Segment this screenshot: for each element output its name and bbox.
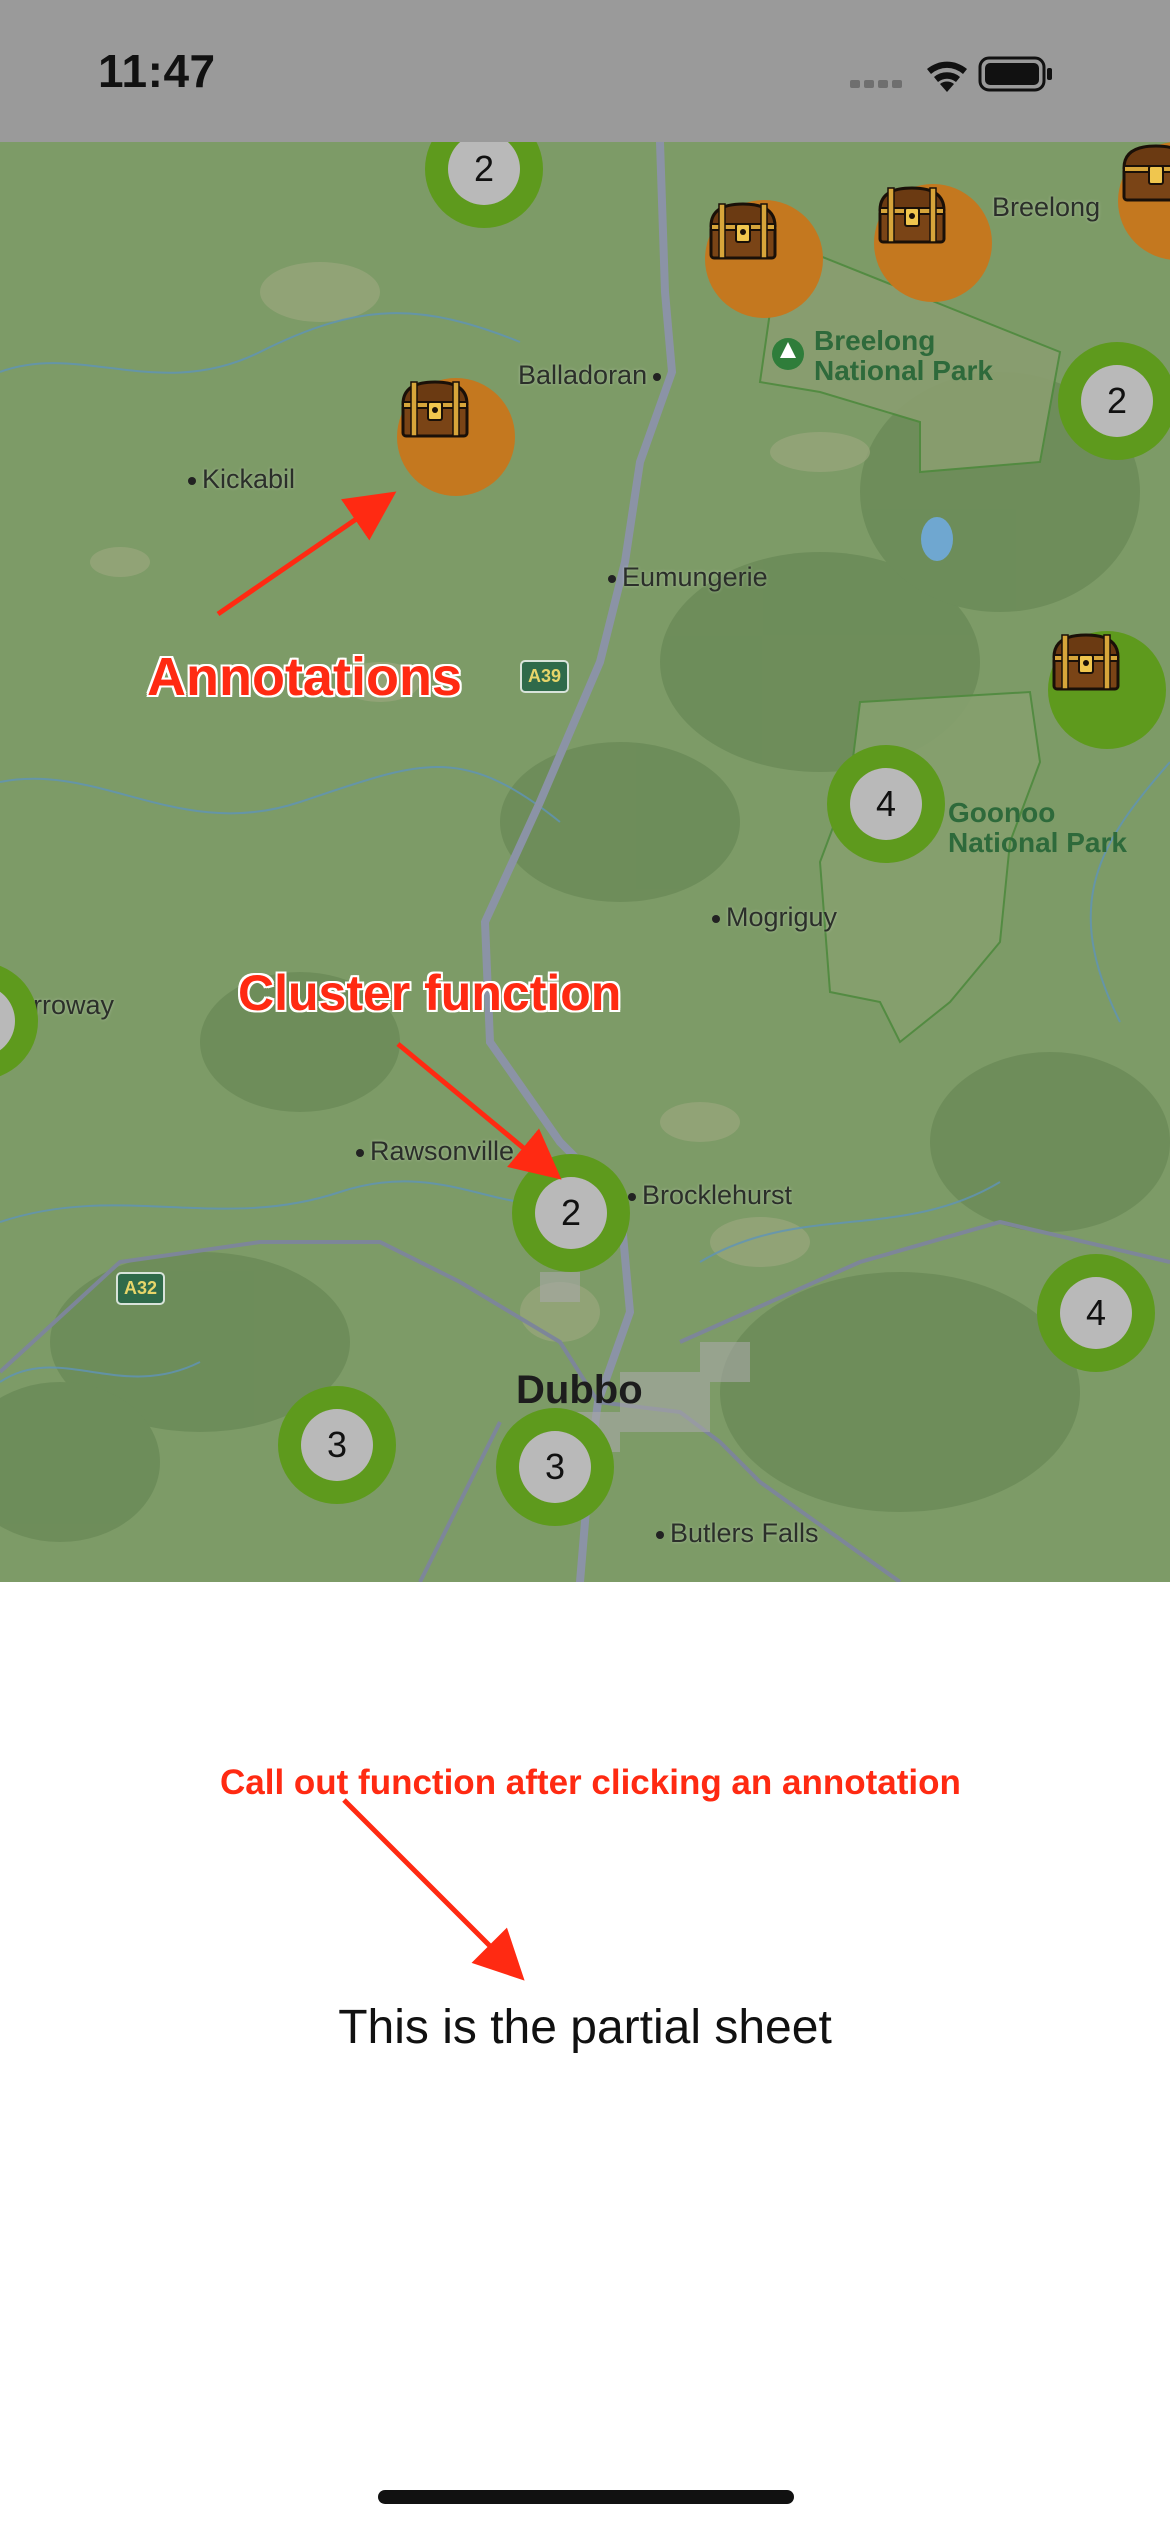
place-brocklehurst: Brocklehurst xyxy=(628,1180,792,1211)
status-icons xyxy=(850,52,1110,101)
cluster-marker[interactable]: 4 xyxy=(827,745,945,863)
treasure-annotation[interactable] xyxy=(397,378,515,496)
cluster-count: 3 xyxy=(519,1431,591,1503)
place-eumungerie: Eumungerie xyxy=(608,562,768,593)
cluster-marker[interactable]: 4 xyxy=(1037,1254,1155,1372)
callout-function-label: Call out function after clicking an anno… xyxy=(220,1763,961,1802)
cluster-count: 2 xyxy=(1081,365,1153,437)
treasure-chest-icon xyxy=(401,380,469,438)
battery-icon xyxy=(978,56,1052,92)
home-indicator[interactable] xyxy=(378,2490,794,2504)
city-dubbo: Dubbo xyxy=(516,1368,643,1412)
status-time: 11:47 xyxy=(98,45,216,97)
map-view[interactable]: Kickabil Balladoran Breelong Eumungerie … xyxy=(0,142,1170,1582)
cellular-signal-icon xyxy=(850,80,902,88)
park-label-breelong: Breelong National Park xyxy=(814,325,993,386)
place-balladoran: Balladoran xyxy=(518,360,662,391)
cluster-marker[interactable]: 3 xyxy=(278,1386,396,1504)
treasure-chest-icon xyxy=(1052,633,1120,691)
place-breelong: Breelong xyxy=(992,192,1101,222)
cluster-count: 2 xyxy=(448,142,520,205)
park-label-goonoo: Goonoo National Park xyxy=(948,797,1127,858)
partial-sheet-text: This is the partial sheet xyxy=(338,2001,832,2054)
place-butlers-falls: Butlers Falls xyxy=(656,1518,819,1549)
cluster-count: 2 xyxy=(535,1177,607,1249)
treasure-chest-icon xyxy=(1122,144,1170,202)
place-kickabil: Kickabil xyxy=(188,464,295,495)
map-background xyxy=(0,142,1170,1582)
wifi-icon xyxy=(927,61,967,92)
cluster-marker[interactable]: 3 xyxy=(496,1408,614,1526)
treasure-chest-icon xyxy=(878,186,946,244)
road-shield-a32: A32 xyxy=(116,1272,166,1305)
place-rawsonville: Rawsonville xyxy=(356,1136,514,1167)
cluster-function-label: Cluster function xyxy=(238,965,622,1021)
place-mogriguy: Mogriguy xyxy=(712,902,837,933)
cluster-count: 3 xyxy=(301,1409,373,1481)
treasure-annotation[interactable] xyxy=(1048,631,1166,749)
cluster-marker[interactable]: 2 xyxy=(1058,342,1170,460)
treasure-annotation[interactable] xyxy=(705,200,823,318)
treasure-chest-icon xyxy=(709,202,777,260)
annotations-label: Annotations xyxy=(147,647,462,707)
cluster-marker[interactable]: 2 xyxy=(512,1154,630,1272)
treasure-annotation[interactable] xyxy=(874,184,992,302)
cluster-count: 4 xyxy=(850,768,922,840)
road-shield-a39: A39 xyxy=(520,660,570,693)
arrow-to-sheet xyxy=(342,1798,525,1981)
status-bar: 11:47 xyxy=(0,0,1170,142)
cluster-count: 4 xyxy=(1060,1277,1132,1349)
